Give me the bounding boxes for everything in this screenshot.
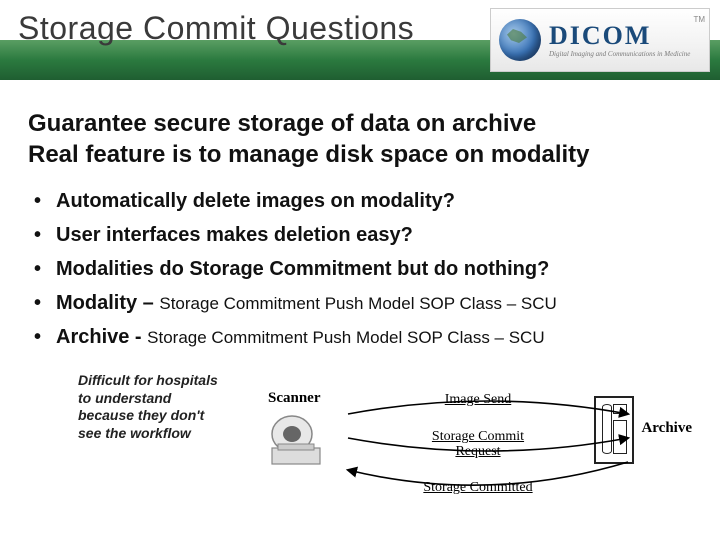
archive-label: Archive (641, 420, 692, 437)
bullet-item: Automatically delete images on modality? (28, 188, 692, 214)
bullet-item: User interfaces makes deletion easy? (28, 222, 692, 248)
trademark: TM (693, 15, 705, 24)
bullet-list: Automatically delete images on modality?… (28, 188, 692, 350)
bullet-item: Modalities do Storage Commitment but do … (28, 256, 692, 282)
bullet-sub: Storage Commitment Push Model SOP Class … (147, 328, 544, 347)
flow-arrows (328, 378, 648, 508)
headline: Guarantee secure storage of data on arch… (28, 108, 692, 170)
logo-tagline: Digital Imaging and Communications in Me… (549, 51, 690, 58)
scanner-label: Scanner (268, 390, 321, 407)
headline-line-2: Real feature is to manage disk space on … (28, 139, 692, 170)
bullet-main: Modalities do Storage Commitment but do … (56, 258, 549, 280)
workflow-diagram: Difficult for hospitals to understand be… (28, 368, 692, 518)
slide-content: Guarantee secure storage of data on arch… (0, 80, 720, 518)
globe-icon (499, 19, 541, 61)
dicom-logo: TM DICOM Digital Imaging and Communicati… (490, 8, 710, 72)
bullet-main: Automatically delete images on modality? (56, 190, 455, 212)
bullet-main: Archive - (56, 326, 147, 348)
bullet-main: User interfaces makes deletion easy? (56, 224, 413, 246)
bullet-item: Archive - Storage Commitment Push Model … (28, 324, 692, 350)
bullet-main: Modality – (56, 292, 159, 314)
logo-main: DICOM (549, 23, 690, 49)
diagram-note: Difficult for hospitals to understand be… (78, 372, 228, 442)
slide-header: Storage Commit Questions TM DICOM Digita… (0, 0, 720, 80)
bullet-sub: Storage Commitment Push Model SOP Class … (159, 294, 556, 313)
slide-title: Storage Commit Questions (18, 10, 414, 47)
bullet-item: Modality – Storage Commitment Push Model… (28, 290, 692, 316)
logo-text-block: DICOM Digital Imaging and Communications… (549, 23, 690, 58)
headline-line-1: Guarantee secure storage of data on arch… (28, 108, 692, 139)
